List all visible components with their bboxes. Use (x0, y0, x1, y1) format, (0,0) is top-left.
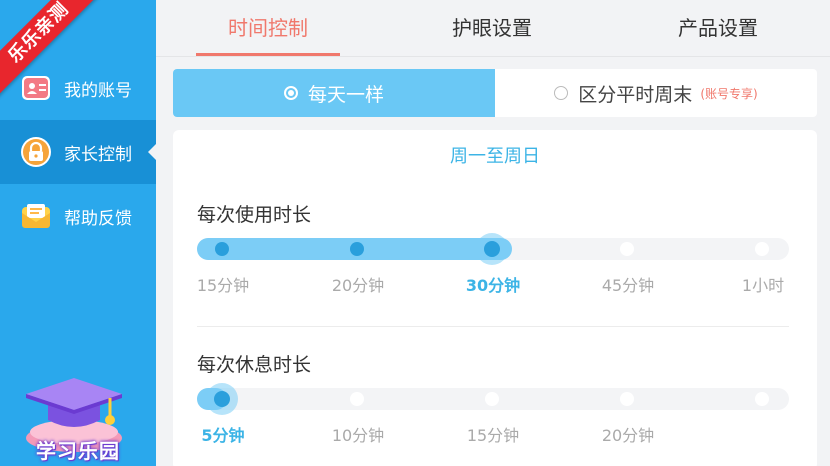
tick-label-selected[interactable]: 30分钟 (448, 272, 538, 296)
learning-park-button[interactable]: 学习乐园 (18, 372, 138, 466)
tick-label[interactable]: 20分钟 (313, 272, 403, 296)
usage-duration-slider[interactable] (197, 233, 789, 265)
rest-duration-title: 每次休息时长 (197, 354, 312, 376)
day-range-title: 周一至周日 (450, 146, 540, 167)
sidebar-item-label: 我的账号 (64, 80, 132, 101)
slider-stop[interactable] (755, 392, 769, 406)
sidebar-item-label: 家长控制 (64, 144, 132, 165)
active-tab-underline (196, 53, 340, 56)
settings-card: 周一至周日 每次使用时长 15分钟 20分钟 30分钟 45分钟 1小时 每次休… (173, 130, 817, 466)
usage-duration-title: 每次使用时长 (197, 204, 312, 226)
slider-stop[interactable] (620, 242, 634, 256)
mode-label: 区分平时周末 (578, 83, 693, 106)
tick-label-selected[interactable]: 5分钟 (178, 422, 268, 446)
slider-stop[interactable] (215, 242, 229, 256)
tick-label[interactable]: 15分钟 (178, 272, 268, 296)
sidebar-item-label: 帮助反馈 (64, 208, 132, 229)
tick-label[interactable]: 20分钟 (583, 422, 673, 446)
slider-stop[interactable] (350, 242, 364, 256)
slider-thumb[interactable] (476, 233, 508, 265)
radio-selected-icon (283, 86, 298, 100)
sidebar-item-my-account[interactable]: 我的账号 (0, 56, 156, 120)
slider-stop[interactable] (755, 242, 769, 256)
radio-unselected-icon (554, 86, 569, 100)
envelope-icon (20, 200, 52, 232)
sidebar-item-help-feedback[interactable]: 帮助反馈 (0, 184, 156, 248)
tick-label[interactable]: 1小时 (718, 272, 808, 296)
lock-icon (20, 136, 52, 168)
section-divider (197, 326, 789, 327)
mode-weekday-weekend[interactable]: 区分平时周末 (账号专享) (495, 69, 817, 117)
active-indicator (148, 144, 156, 160)
schedule-mode-selector: 每天一样 区分平时周末 (账号专享) (173, 69, 817, 117)
tab-time-control[interactable]: 时间控制 (196, 0, 340, 57)
account-only-badge: (账号专享) (700, 86, 758, 101)
top-tabs: 时间控制 护眼设置 产品设置 (156, 0, 830, 57)
mode-label: 每天一样 (307, 83, 384, 106)
slider-thumb[interactable] (206, 383, 238, 415)
rest-duration-slider[interactable] (197, 383, 789, 415)
sidebar: 乐乐亲测 我的账号 家长控制 帮助反馈 学习乐园 (0, 0, 156, 466)
sidebar-item-parental-control[interactable]: 家长控制 (0, 120, 156, 184)
promo-label: 学习乐园 (36, 439, 120, 463)
tab-eye-protection[interactable]: 护眼设置 (420, 0, 564, 57)
tick-label[interactable]: 15分钟 (448, 422, 538, 446)
id-card-icon (20, 72, 52, 104)
slider-stop[interactable] (485, 392, 499, 406)
tab-product-settings[interactable]: 产品设置 (646, 0, 790, 57)
slider-stop[interactable] (620, 392, 634, 406)
mode-same-every-day[interactable]: 每天一样 (173, 69, 495, 117)
tick-label[interactable]: 10分钟 (313, 422, 403, 446)
slider-stop[interactable] (350, 392, 364, 406)
tick-label[interactable]: 45分钟 (583, 272, 673, 296)
